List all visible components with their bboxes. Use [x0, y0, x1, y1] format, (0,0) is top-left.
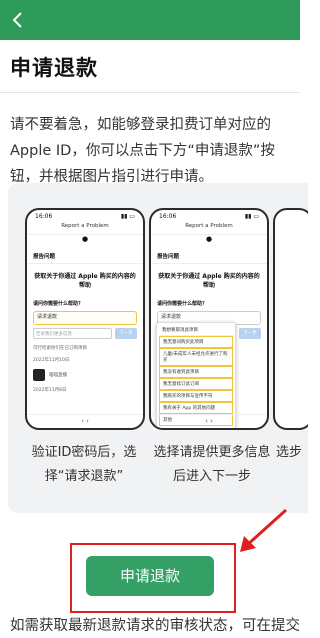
- menu-option: 我无意间购买此项目: [159, 336, 233, 348]
- phone-note: 可行检索你们在已订购项目: [33, 346, 87, 351]
- phone-next-button: 下一步: [115, 328, 137, 339]
- request-refund-button[interactable]: 申请退款: [86, 556, 214, 596]
- bottom-text: 如需获取最新退款请求的审核状态，可在提交: [10, 618, 300, 634]
- arrow-left-icon: [12, 12, 22, 28]
- phone-status-bar: 16:06 ▮▮ ▭: [151, 210, 267, 223]
- phone-date-1: 2022年11月10日: [33, 358, 70, 363]
- phone-nav-title: Report a Problem: [27, 223, 143, 235]
- phone-headline: 获取关于你通过 Apple 购买的内容的帮助: [158, 273, 260, 289]
- phone-bottom-nav: ‹ ›: [151, 414, 267, 428]
- menu-option: 儿童/未成年人未经允许进行了购买: [159, 348, 233, 366]
- red-arrow-icon: [240, 508, 288, 552]
- phone-time: 16:06: [35, 213, 53, 220]
- phone-date-2: 2022年11月8日: [33, 388, 67, 393]
- guide-caption-3: 选步: [276, 445, 303, 460]
- page-title: 申请退款: [10, 56, 98, 80]
- menu-option: 我没有收到此项目: [159, 366, 233, 378]
- phone-headline: 获取关于你通过 Apple 购买的内容的帮助: [34, 273, 136, 289]
- signal-icon: ▮▮ ▭: [244, 213, 259, 220]
- guide-phone-3: [273, 208, 308, 430]
- phone-purchase-item: 喵喵直播: [27, 366, 143, 384]
- phone-section: 报告问题: [27, 249, 143, 264]
- phone-section: 报告问题: [151, 249, 267, 264]
- phone-item-name: 喵喵直播: [49, 373, 67, 378]
- guide-phone-1: 16:06 ▮▮ ▭ Report a Problem ● 报告问题 获取关于你…: [25, 208, 145, 430]
- phone-bottom-nav: ‹ ›: [27, 414, 143, 428]
- menu-option: 我无意续订此订阅: [159, 378, 233, 390]
- apple-logo-icon: ●: [81, 235, 89, 243]
- guide-phone-2: 16:06 ▮▮ ▭ Report a Problem ● 报告问题 获取关于你…: [149, 208, 269, 430]
- guide-caption-2: 选择请提供更多信息后进入下一步: [153, 445, 271, 484]
- phone-next-button: 下一步: [239, 328, 261, 339]
- apple-logo-icon: ●: [205, 235, 213, 243]
- phone-question: 请问你需要什么帮助？: [157, 301, 208, 307]
- phone-time: 16:06: [159, 213, 177, 220]
- phone-input-row: 告诉我们更多信息 下一步: [33, 328, 137, 339]
- menu-option: 我想要取消此项目: [159, 325, 233, 336]
- phone-dropdown-menu: 我想要取消此项目 我无意间购买此项目 儿童/未成年人未经允许进行了购买 我没有收…: [156, 322, 236, 428]
- phone-select: 请求退款: [33, 311, 137, 325]
- back-button[interactable]: [6, 8, 30, 32]
- menu-option: 我有关于 App 的其他问题: [159, 402, 233, 414]
- divider: [0, 92, 300, 93]
- top-app-bar: [0, 0, 300, 40]
- phone-question: 请问你需要什么帮助？: [33, 301, 84, 307]
- signal-icon: ▮▮ ▭: [120, 213, 135, 220]
- phone-input: 告诉我们更多信息: [33, 328, 112, 339]
- guide-caption-1: 验证ID密码后，选择“请求退款”: [31, 445, 137, 484]
- phone-nav-title: Report a Problem: [151, 223, 267, 235]
- app-thumbnail-icon: [33, 369, 45, 381]
- guide-card: 16:06 ▮▮ ▭ Report a Problem ● 报告问题 获取关于你…: [8, 183, 308, 513]
- phone-status-bar: 16:06 ▮▮ ▭: [27, 210, 143, 223]
- intro-text: 请不要着急，如能够登录扣费订单对应的Apple ID，你可以点击下方“申请退款”…: [10, 117, 275, 185]
- menu-option: 我购买的项目与宣传不符: [159, 390, 233, 402]
